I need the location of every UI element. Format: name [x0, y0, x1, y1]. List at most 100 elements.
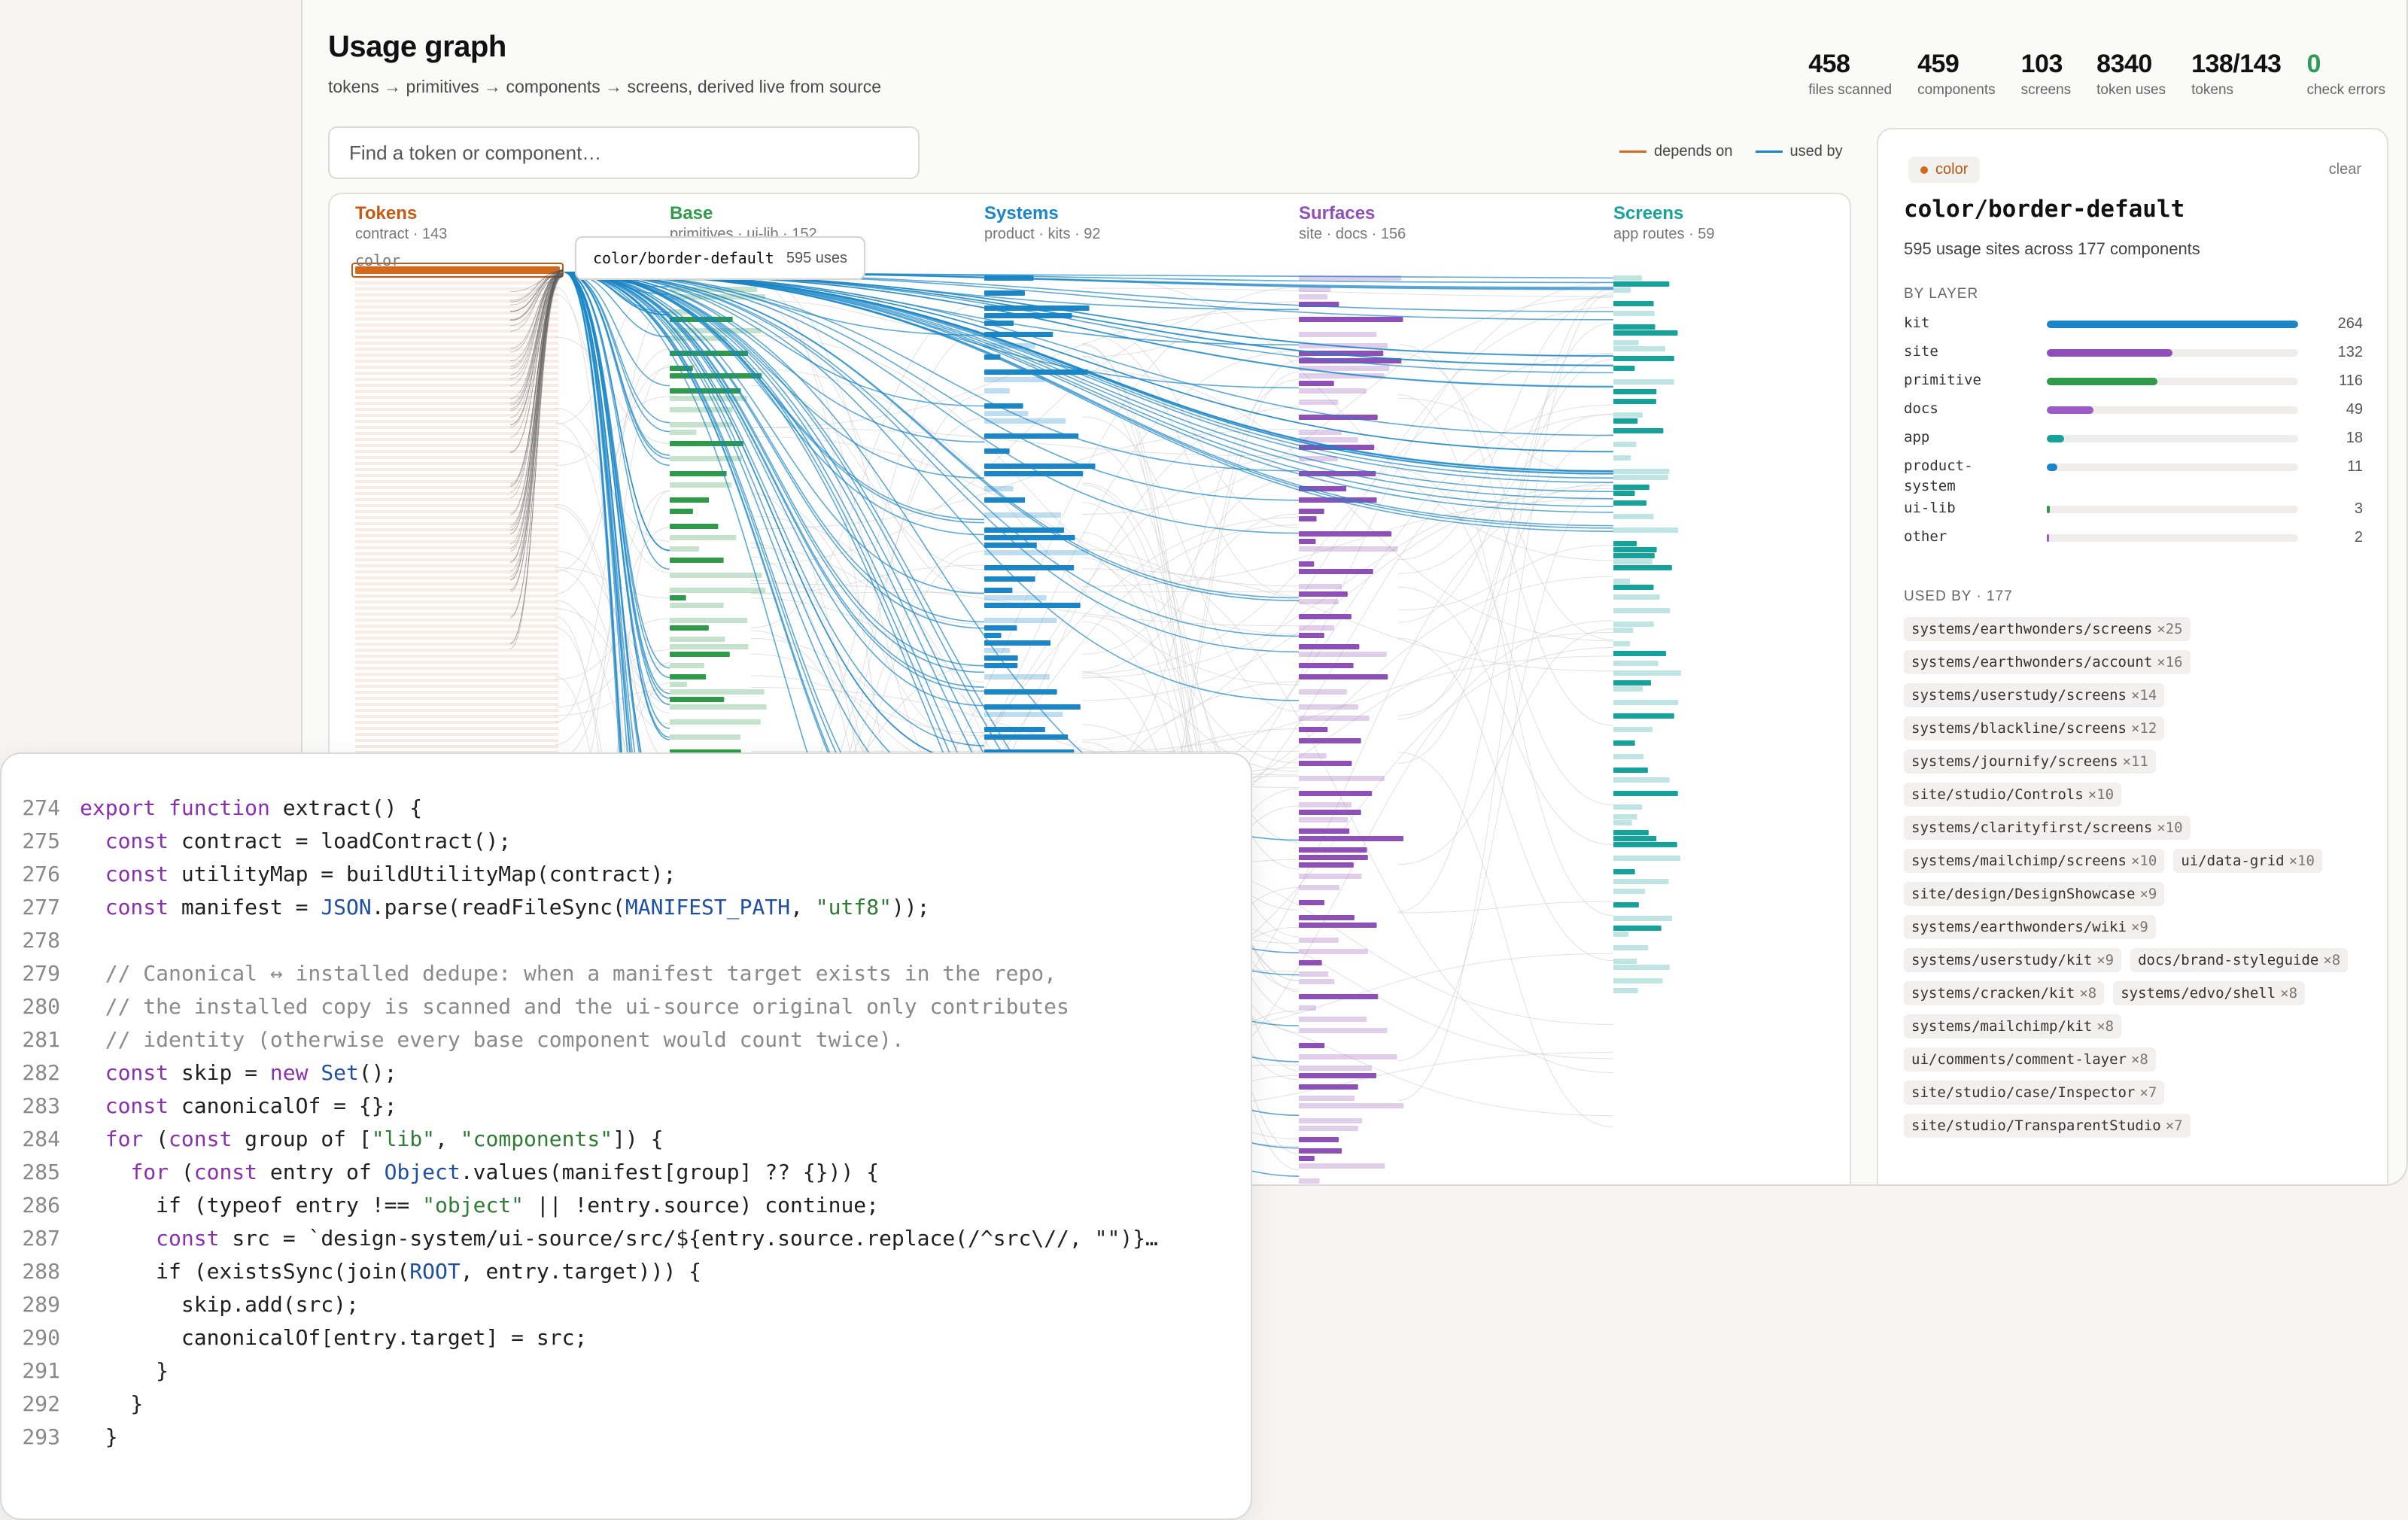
layer-row[interactable]: other2	[1904, 527, 2363, 549]
line-number: 290	[2, 1321, 80, 1354]
node-bar	[984, 704, 1081, 710]
stat-screens: 103screens	[2021, 50, 2072, 99]
layer-bar-track	[2047, 406, 2298, 414]
token-row	[355, 727, 558, 730]
used-by-tag[interactable]: ui/comments/comment-layer×8	[1904, 1047, 2156, 1072]
token-row	[355, 299, 558, 302]
line-number: 292	[2, 1388, 80, 1421]
token-row	[355, 528, 558, 531]
used-by-tag[interactable]: site/studio/Controls×10	[1904, 783, 2121, 807]
layer-row[interactable]: docs49	[1904, 399, 2363, 421]
token-row	[355, 408, 558, 411]
used-by-tag[interactable]: systems/mailchimp/screens×10	[1904, 849, 2164, 873]
used-by-tag[interactable]: site/studio/case/Inspector×7	[1904, 1081, 2164, 1105]
graph-link	[1082, 488, 1613, 701]
node-bar	[1299, 1043, 1324, 1048]
node-bar	[984, 377, 1045, 382]
node-bar	[1613, 670, 1681, 676]
used-by-count: ×10	[2131, 853, 2157, 869]
node-bar	[1613, 628, 1633, 633]
used-by-tag[interactable]: ui/data-grid×10	[2173, 849, 2322, 873]
node-bar	[1299, 949, 1368, 954]
used-by-count: ×8	[2280, 985, 2297, 1002]
node-bar	[1299, 625, 1334, 631]
graph-link	[1398, 289, 1613, 912]
layer-row[interactable]: site132	[1904, 342, 2363, 364]
clear-button[interactable]: clear	[2329, 161, 2361, 178]
used-by-count: ×8	[2096, 1018, 2114, 1035]
node-bar	[1613, 988, 1638, 993]
search-input[interactable]	[328, 126, 920, 179]
column-header-screens: Screens app routes · 59	[1613, 203, 1715, 243]
stat-value: 459	[1917, 50, 1996, 79]
layer-row[interactable]: app18	[1904, 427, 2363, 450]
used-by-tag[interactable]: systems/earthwonders/screens×25	[1904, 617, 2191, 641]
node-bar	[984, 734, 1068, 740]
code-token: Set	[321, 1060, 359, 1085]
used-by-tag[interactable]: systems/clarityfirst/screens×10	[1904, 816, 2191, 840]
node-bar	[1299, 546, 1398, 552]
legend-used-by: used by	[1756, 143, 1843, 160]
node-bar	[1299, 885, 1339, 890]
layer-row[interactable]: product- system11	[1904, 456, 2363, 479]
line-number: 284	[2, 1123, 80, 1156]
code-editor[interactable]: 274export function extract() {275 const …	[0, 752, 1252, 1520]
token-row	[355, 588, 558, 591]
code-line: 277 const manifest = JSON.parse(readFile…	[2, 891, 1158, 924]
code-token: canonicalOf = {};	[181, 1093, 397, 1118]
code-token: const	[105, 828, 181, 853]
layer-row[interactable]: primitive116	[1904, 370, 2363, 393]
used-by-count: ×7	[2139, 1084, 2157, 1101]
used-by-tag[interactable]: systems/journify/screens×11	[1904, 749, 2156, 774]
node-bar	[670, 625, 709, 631]
code-line: 278	[2, 924, 1158, 957]
code-text: if (typeof entry !== "object" || !entry.…	[80, 1189, 879, 1222]
code-line: 291 }	[2, 1354, 1158, 1388]
stat-tokens: 138/143tokens	[2191, 50, 2281, 99]
node-bar	[984, 689, 1057, 695]
token-row	[355, 426, 558, 429]
used-by-tag[interactable]: systems/userstudy/screens×14	[1904, 683, 2164, 707]
used-by-tag[interactable]: systems/earthwonders/account×16	[1904, 650, 2191, 674]
used-by-link	[564, 272, 984, 672]
layer-row[interactable]: ui-lib3	[1904, 498, 2363, 521]
used-by-tag[interactable]: systems/userstudy/kit×9	[1904, 948, 2121, 972]
used-by-tag[interactable]: systems/cracken/kit×8	[1904, 981, 2104, 1005]
node-bar	[1613, 727, 1652, 732]
code-line: 279 // Canonical ↔ installed dedupe: whe…	[2, 957, 1158, 990]
used-by-tag[interactable]: docs/brand-styleguide×8	[2130, 948, 2348, 972]
node-bar	[1299, 915, 1354, 920]
layer-count: 2	[2298, 529, 2363, 546]
category-chip: color	[1908, 157, 1980, 183]
line-number: 291	[2, 1354, 80, 1388]
used-by-tag[interactable]: systems/earthwonders/wiki×9	[1904, 915, 2156, 939]
used-by-tag[interactable]: systems/mailchimp/kit×8	[1904, 1014, 2121, 1038]
used-by-tag[interactable]: systems/edvo/shell×8	[2113, 981, 2305, 1005]
code-text: const utilityMap = buildUtilityMap(contr…	[80, 858, 676, 891]
legend-label: depends on	[1654, 143, 1733, 160]
used-by-tag[interactable]: site/design/DesignShowcase×9	[1904, 882, 2164, 906]
token-row	[355, 673, 558, 676]
layer-row[interactable]: kit264	[1904, 313, 2363, 336]
used-by-count: ×16	[2157, 654, 2182, 670]
layer-bar-track	[2047, 506, 2298, 513]
layer-bar-track	[2047, 321, 2298, 328]
line-number: 282	[2, 1056, 80, 1090]
node-bar	[984, 403, 1023, 409]
node-bar	[670, 644, 748, 649]
node-bar	[1299, 332, 1376, 337]
node-bar	[1299, 569, 1373, 574]
graph-link	[1082, 417, 1299, 712]
node-bar	[1299, 1178, 1320, 1184]
layer-name: product- system	[1904, 456, 2047, 497]
graph-link	[1398, 752, 1613, 1127]
used-by-tag[interactable]: systems/blackline/screens×12	[1904, 716, 2164, 740]
node-bar	[670, 546, 699, 552]
node-bar	[1613, 442, 1636, 447]
used-by-name: systems/mailchimp/screens	[1911, 853, 2127, 869]
token-row	[355, 287, 558, 290]
layer-name: app	[1904, 427, 2047, 448]
used-by-tag[interactable]: site/studio/TransparentStudio×7	[1904, 1114, 2191, 1138]
node-bar	[1299, 599, 1339, 604]
node-bar	[1613, 814, 1637, 819]
